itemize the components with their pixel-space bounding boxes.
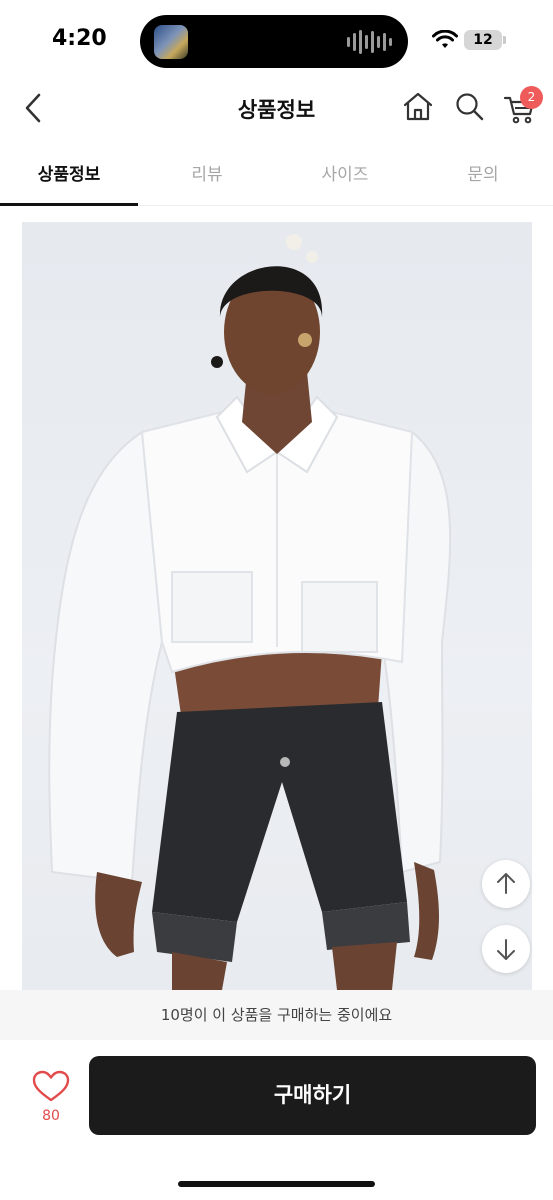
home-icon[interactable] — [401, 90, 435, 124]
product-photo[interactable] — [22, 222, 532, 990]
status-bar: 4:20 12 — [0, 0, 553, 80]
dynamic-island[interactable] — [140, 15, 408, 68]
cart-count-badge: 2 — [520, 86, 543, 109]
like-count: 80 — [42, 1108, 60, 1124]
buyers-notice: 10명이 이 상품을 구매하는 중이에요 — [0, 990, 553, 1040]
tab-reviews[interactable]: 리뷰 — [138, 146, 276, 205]
home-indicator[interactable] — [178, 1181, 375, 1187]
now-playing-thumbnail — [154, 25, 188, 59]
tab-product-info[interactable]: 상품정보 — [0, 146, 138, 206]
tab-size[interactable]: 사이즈 — [276, 146, 414, 205]
app-header: 상품정보 — [0, 80, 553, 136]
wifi-icon — [432, 30, 458, 48]
purchase-bar: 80 구매하기 — [0, 1040, 553, 1200]
battery-indicator: 12 — [464, 30, 502, 50]
buy-button[interactable]: 구매하기 — [89, 1056, 536, 1135]
like-button[interactable]: 80 — [30, 1070, 72, 1130]
arrow-down-icon — [497, 939, 515, 960]
scroll-to-top-button[interactable] — [482, 860, 530, 908]
heart-icon — [32, 1070, 70, 1102]
product-photo-illustration — [48, 234, 452, 990]
arrow-up-icon — [497, 873, 515, 894]
tab-inquiry[interactable]: 문의 — [414, 146, 552, 205]
scroll-to-bottom-button[interactable] — [482, 925, 530, 973]
status-time: 4:20 — [52, 26, 107, 51]
audio-wave-icon — [347, 29, 392, 55]
tab-bar: 상품정보 리뷰 사이즈 문의 — [0, 146, 553, 206]
battery-cap — [503, 36, 506, 44]
search-icon[interactable] — [453, 90, 487, 124]
